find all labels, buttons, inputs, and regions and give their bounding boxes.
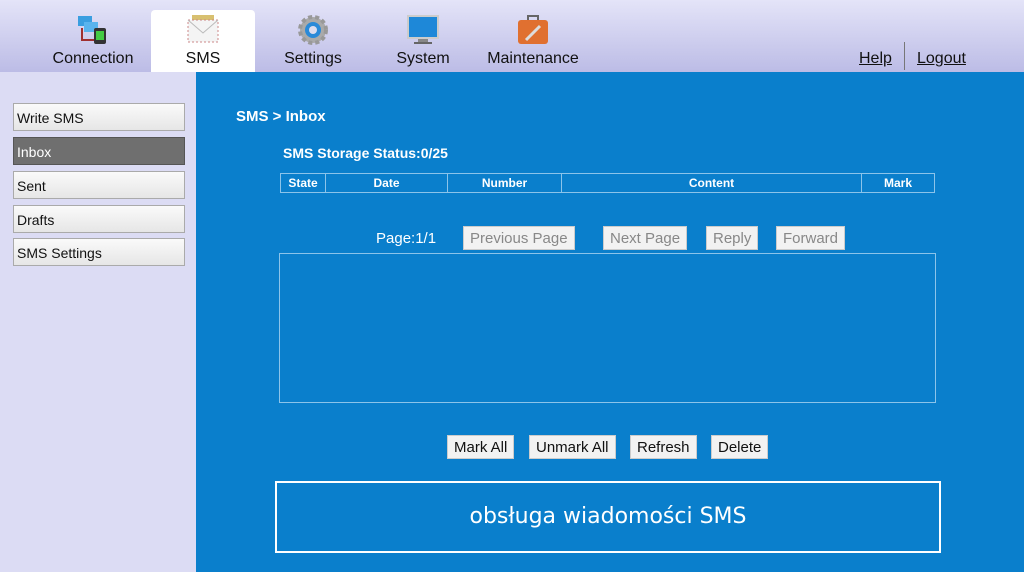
help-link[interactable]: Help	[859, 50, 892, 68]
footer-banner: obsługa wiadomości SMS	[275, 481, 941, 553]
sidebar-item-sent[interactable]: Sent	[13, 171, 185, 199]
tab-connection[interactable]: Connection	[41, 10, 145, 72]
message-content-box	[279, 253, 936, 403]
reply-button[interactable]: Reply	[706, 226, 759, 250]
toolbox-icon	[518, 15, 548, 44]
tab-settings[interactable]: Settings	[261, 10, 365, 72]
delete-button[interactable]: Delete	[711, 435, 769, 459]
tab-system[interactable]: System	[371, 10, 475, 72]
mark-all-button[interactable]: Mark All	[447, 435, 515, 459]
connection-icon	[78, 16, 106, 44]
col-number: Number	[448, 174, 562, 192]
col-date: Date	[326, 174, 448, 192]
tab-sms[interactable]: SMS	[151, 10, 255, 72]
divider	[904, 42, 905, 70]
col-state: State	[281, 174, 326, 192]
previous-page-button[interactable]: Previous Page	[463, 226, 575, 250]
sidebar: Write SMS Inbox Sent Drafts SMS Settings	[0, 72, 196, 572]
unmark-all-button[interactable]: Unmark All	[529, 435, 616, 459]
next-page-button[interactable]: Next Page	[603, 226, 688, 250]
sidebar-item-sms-settings[interactable]: SMS Settings	[13, 238, 185, 266]
sidebar-item-drafts[interactable]: Drafts	[13, 205, 185, 233]
col-content: Content	[562, 174, 862, 192]
col-mark: Mark	[883, 176, 912, 190]
breadcrumb: SMS > Inbox	[236, 108, 326, 125]
gear-icon	[298, 15, 328, 45]
sidebar-item-write-sms[interactable]: Write SMS	[13, 103, 185, 131]
storage-status: SMS Storage Status:0/25	[283, 145, 448, 161]
forward-button[interactable]: Forward	[776, 226, 846, 250]
top-nav: Connection SMS Settings System Maintenan…	[0, 0, 1024, 72]
tab-maintenance[interactable]: Maintenance	[481, 10, 585, 72]
page-indicator: Page:1/1	[376, 230, 437, 247]
logout-link[interactable]: Logout	[917, 50, 966, 68]
sidebar-item-inbox[interactable]: Inbox	[13, 137, 185, 165]
envelope-icon	[187, 15, 219, 43]
refresh-button[interactable]: Refresh	[630, 435, 697, 459]
message-table-header: State Date Number Content Mark	[280, 173, 935, 193]
monitor-icon	[407, 15, 439, 44]
